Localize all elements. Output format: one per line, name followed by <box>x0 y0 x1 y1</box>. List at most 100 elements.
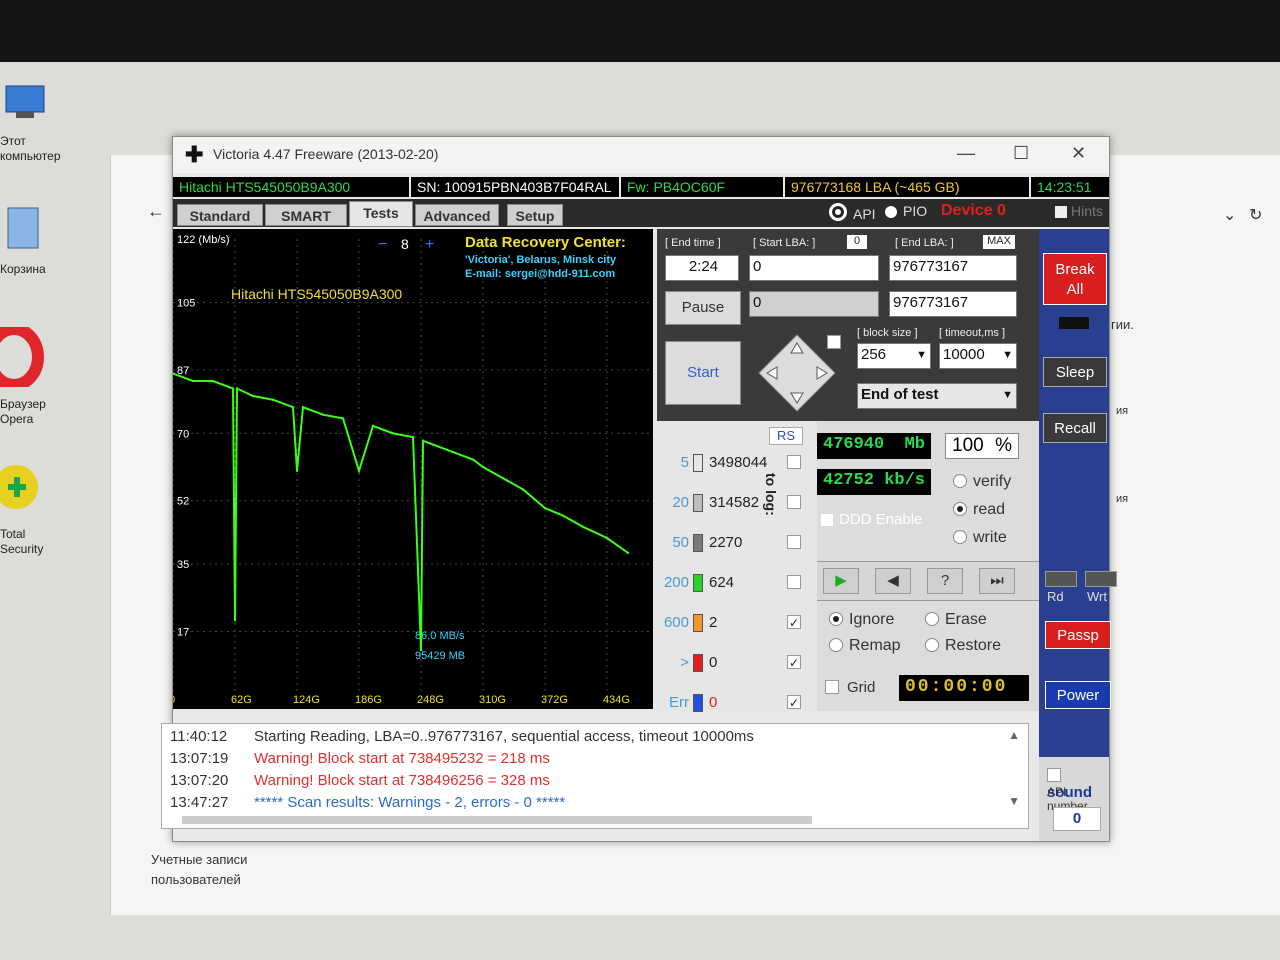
timeout-chevron-icon: ▼ <box>1002 349 1013 361</box>
refresh-icon[interactable]: ↻ <box>1249 205 1262 225</box>
x-tick-label: 124G <box>293 694 320 706</box>
max-button[interactable]: MAX <box>983 235 1015 249</box>
to-log-checkbox[interactable] <box>787 455 801 469</box>
power-button[interactable]: Power <box>1045 681 1111 709</box>
tab-advanced[interactable]: Advanced <box>415 204 499 226</box>
elapsed-timer: 00:00:00 <box>899 675 1029 701</box>
speed-data-point <box>419 648 423 652</box>
block-size-label: [ block size ] <box>857 327 918 339</box>
speed-unit: kb/s <box>884 471 925 490</box>
block-size-select[interactable]: 256 ▼ <box>857 343 931 369</box>
passp-button[interactable]: Passp <box>1045 621 1111 649</box>
x-tick-label: 186G <box>355 694 382 706</box>
write-radio[interactable]: write <box>953 529 1007 547</box>
graph-svg: 1058770523517062G124G186G248G310G372G434… <box>169 234 653 706</box>
opera-icon[interactable] <box>0 323 60 391</box>
end-action-select[interactable]: End of test ▼ <box>857 383 1017 409</box>
log-scroll-up-icon[interactable]: ▲ <box>1008 728 1020 742</box>
verify-radio[interactable]: verify <box>953 473 1011 491</box>
to-log-checkbox[interactable]: ✓ <box>787 695 801 710</box>
computer-icon[interactable] <box>0 76 60 136</box>
to-log-checkbox[interactable] <box>787 575 801 589</box>
stat-row: >0 ✓ <box>657 651 817 675</box>
break-all-button[interactable]: Break All <box>1043 253 1107 305</box>
api-radio[interactable]: API <box>829 203 876 222</box>
play-icon[interactable]: ▶ <box>823 568 859 594</box>
api-number-field[interactable]: 0 <box>1053 807 1101 831</box>
pause-button[interactable]: Pause <box>665 291 741 325</box>
erase-radio[interactable]: Erase <box>925 611 987 629</box>
speed-data-point <box>231 387 235 390</box>
seek-unknown-icon[interactable]: ? <box>927 568 963 594</box>
stat-row: 20 314582 <box>657 491 817 515</box>
percent-readout: 100% <box>945 433 1019 459</box>
pio-radio[interactable]: PIO <box>885 203 927 219</box>
rs-button[interactable]: RS <box>769 427 803 445</box>
log-scroll-down-icon[interactable]: ▼ <box>1008 794 1020 808</box>
log-time: 13:07:20 <box>170 772 229 789</box>
stat-count: 0 <box>709 654 718 671</box>
log-message: ***** Scan results: Warnings - 2, errors… <box>254 794 566 811</box>
restore-radio[interactable]: Restore <box>925 637 1001 655</box>
speed-data-point <box>605 536 609 540</box>
back-arrow-icon[interactable]: ← <box>147 201 165 222</box>
read-radio[interactable]: read <box>953 501 1005 519</box>
x-tick-label: 248G <box>417 694 444 706</box>
total-security-icon[interactable] <box>0 457 60 517</box>
recycle-bin-icon[interactable] <box>0 202 60 262</box>
speed-data-point <box>357 469 361 472</box>
window-title: Victoria 4.47 Freeware (2013-02-20) <box>213 146 439 162</box>
direction-pad[interactable] <box>757 333 837 413</box>
speed-data-point <box>626 551 630 555</box>
chevron-down-icon[interactable]: ⌄ <box>1223 205 1236 225</box>
x-tick-label: 310G <box>479 694 506 706</box>
hints-checkbox[interactable]: Hints <box>1055 203 1103 219</box>
stat-threshold: 20 <box>672 494 689 511</box>
ddd-checkbox[interactable]: DDD Enable <box>821 511 922 528</box>
start-button[interactable]: Start <box>665 341 741 405</box>
stat-count: 2 <box>709 614 718 631</box>
zoom-counter: 8 <box>401 236 409 252</box>
zoom-plus: + <box>425 236 434 253</box>
to-log-checkbox[interactable] <box>787 535 801 549</box>
timeout-select[interactable]: 10000 ▼ <box>939 343 1017 369</box>
remap-radio[interactable]: Remap <box>829 637 901 655</box>
end-time-input[interactable]: 2:24 <box>665 255 739 281</box>
stat-count: 624 <box>709 574 735 591</box>
pad-checkbox[interactable] <box>827 335 841 349</box>
stat-row: 200 624 <box>657 571 817 595</box>
recall-button[interactable]: Recall <box>1043 413 1107 443</box>
start-lba-input[interactable]: 0 <box>749 255 879 281</box>
maximize-button[interactable]: ☐ <box>1013 143 1029 164</box>
percent-unit: % <box>995 435 1012 456</box>
speed-data-point <box>501 477 505 480</box>
minimize-button[interactable]: — <box>957 143 975 164</box>
to-log-checkbox[interactable] <box>787 495 801 509</box>
tab-standard[interactable]: Standard <box>177 204 263 226</box>
mb-value: 476940 <box>823 435 885 454</box>
speed-data-point <box>321 413 325 416</box>
tab-tests[interactable]: Tests <box>349 201 413 227</box>
rewind-icon[interactable]: ◀ <box>875 568 911 594</box>
end-lba-input[interactable]: 976773167 <box>889 255 1017 281</box>
log-time: 11:40:12 <box>170 728 228 745</box>
speed-data-point <box>341 417 345 420</box>
desktop-label-opera: Браузер Opera <box>0 397 46 426</box>
stat-color-box <box>693 614 703 632</box>
sleep-button[interactable]: Sleep <box>1043 357 1107 387</box>
side-button-bar: Break All Sleep Recall Rd Wrt Passp Powe… <box>1039 229 1117 789</box>
to-log-checkbox[interactable]: ✓ <box>787 615 801 630</box>
ignore-radio[interactable]: Ignore <box>829 611 894 629</box>
to-log-checkbox[interactable]: ✓ <box>787 655 801 670</box>
readouts-panel: 476940 Mb 100% 42752 kb/s verify read writ… <box>817 421 1039 711</box>
speed-data-point <box>233 619 237 622</box>
tab-setup[interactable]: Setup <box>507 204 563 226</box>
grid-checkbox[interactable]: Grid <box>825 679 875 696</box>
tab-smart[interactable]: SMART <box>265 204 347 226</box>
stat-threshold: 50 <box>672 534 689 551</box>
skip-end-icon[interactable]: ⏭ <box>979 568 1015 594</box>
hints-label: Hints <box>1071 203 1103 219</box>
close-button[interactable]: ✕ <box>1071 143 1086 164</box>
start-lba-zero-button[interactable]: 0 <box>847 235 867 249</box>
log-hscrollbar[interactable] <box>182 816 812 824</box>
